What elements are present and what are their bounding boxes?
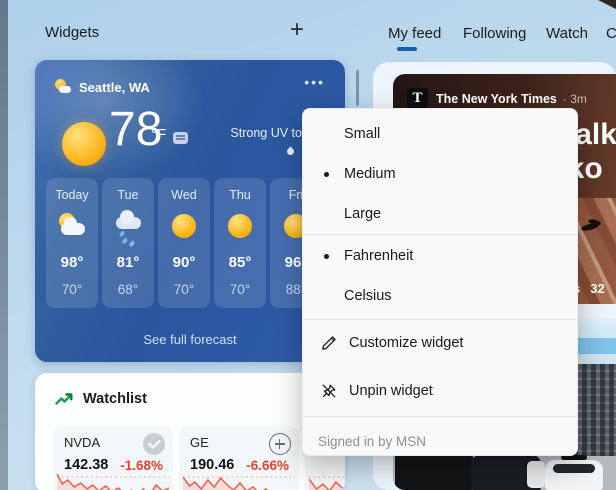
menu-item-unpin-widget[interactable]: Unpin widget (303, 371, 577, 411)
tab-following[interactable]: Following (463, 25, 526, 42)
forecast-row: Today 98° 70° Tue 81° 68° Wed 90° 70° Th… (46, 178, 322, 308)
sun-icon (169, 211, 199, 241)
menu-item-medium[interactable]: Medium (303, 154, 577, 194)
forecast-day-tile[interactable]: Wed 90° 70° (158, 178, 210, 308)
trending-up-icon (55, 390, 74, 408)
tab-watch[interactable]: Watch (546, 25, 588, 42)
rain-cloud-icon (113, 211, 143, 241)
add-widget-button[interactable]: + (290, 16, 304, 44)
news-source-row: T The New York Times · 3m (407, 88, 587, 109)
desktop-edge-strip (0, 0, 8, 490)
stock-symbol: NVDA (64, 435, 100, 450)
current-sun-icon (62, 122, 106, 166)
weather-alert-text: Strong UV to (152, 126, 302, 140)
menu-item-large[interactable]: Large (303, 194, 577, 234)
news-timestamp: · 3m (563, 92, 587, 106)
day-label: Today (46, 188, 98, 202)
high-temp: 98° (46, 254, 98, 271)
news-source: The New York Times (436, 92, 557, 106)
high-temp: 81° (102, 254, 154, 271)
signed-in-status: Signed in by MSN (318, 425, 426, 457)
menu-divider (304, 234, 576, 235)
low-temp: 70° (158, 282, 210, 297)
low-temp: 70° (46, 282, 98, 297)
weather-widget[interactable]: Seattle, WA ••• 78 °F Strong UV to Today… (35, 60, 345, 362)
partial-corner-element (598, 0, 616, 9)
stock-tile-nvda[interactable]: NVDA 142.38 -1.68% (53, 426, 173, 490)
active-tab-underline (397, 47, 417, 51)
forecast-day-tile[interactable]: Tue 81° 68° (102, 178, 154, 308)
plus-circle-icon[interactable] (269, 433, 291, 455)
menu-item-label: Customize widget (349, 335, 463, 351)
stat-count: 32 (590, 281, 604, 296)
sparkline-chart (57, 470, 169, 490)
day-label: Wed (158, 188, 210, 202)
widget-context-menu: Small Medium Large Fahrenheit Celsius Cu… (302, 108, 578, 456)
sparkline-chart (183, 470, 295, 490)
tab-my-feed[interactable]: My feed (388, 25, 441, 42)
high-temp: 90° (158, 254, 210, 271)
menu-divider (304, 319, 576, 320)
forecast-day-tile[interactable]: Today 98° 70° (46, 178, 98, 308)
menu-item-label: Large (344, 206, 381, 222)
low-temp: 68° (102, 282, 154, 297)
sun-behind-cloud-icon (57, 211, 87, 241)
menu-item-customize-widget[interactable]: Customize widget (303, 323, 577, 363)
selected-bullet-icon (324, 172, 329, 177)
menu-item-small[interactable]: Small (303, 114, 577, 154)
droplet-icon (286, 147, 296, 157)
page-title: Widgets (45, 24, 99, 41)
menu-item-fahrenheit[interactable]: Fahrenheit (303, 236, 577, 276)
forecast-day-tile[interactable]: Thu 85° 70° (214, 178, 266, 308)
menu-divider (304, 416, 576, 417)
sun-icon (225, 211, 255, 241)
self-driving-car (545, 460, 603, 490)
menu-item-label: Fahrenheit (344, 248, 413, 264)
high-temp: 85° (214, 254, 266, 271)
menu-item-label: Small (344, 126, 380, 142)
see-full-forecast-link[interactable]: See full forecast (35, 332, 345, 347)
weather-header: Seattle, WA ••• (55, 78, 325, 96)
day-label: Thu (214, 188, 266, 202)
white-car (527, 461, 545, 488)
sparkline-chart (309, 470, 345, 490)
more-options-icon[interactable]: ••• (304, 74, 325, 90)
day-label: Tue (102, 188, 154, 202)
sun-behind-cloud-icon (55, 79, 71, 95)
stock-tile-ge[interactable]: GE 190.46 -6.66% (179, 426, 299, 490)
watchlist-header: Watchlist (55, 390, 147, 408)
menu-item-label: Medium (344, 166, 396, 182)
menu-item-label: Unpin widget (349, 383, 433, 399)
selected-bullet-icon (324, 254, 329, 259)
watchlist-title: Watchlist (83, 391, 147, 407)
menu-item-celsius[interactable]: Celsius (303, 276, 577, 316)
pin-off-icon (320, 382, 338, 400)
scrollbar-thumb[interactable] (356, 70, 359, 106)
widgets-board: Widgets + My feed Following Watch Casual… (0, 0, 616, 490)
check-circle-icon[interactable] (143, 433, 165, 455)
stock-symbol: GE (190, 435, 209, 450)
nyt-logo-icon: T (407, 88, 428, 109)
weather-location[interactable]: Seattle, WA (79, 80, 150, 95)
watchlist-widget[interactable]: Watchlist NVDA 142.38 -1.68% GE (35, 373, 345, 490)
low-temp: 70° (214, 282, 266, 297)
menu-item-label: Celsius (344, 288, 392, 304)
pencil-icon (320, 334, 338, 352)
tab-casual-games[interactable]: Casual games (606, 25, 616, 42)
